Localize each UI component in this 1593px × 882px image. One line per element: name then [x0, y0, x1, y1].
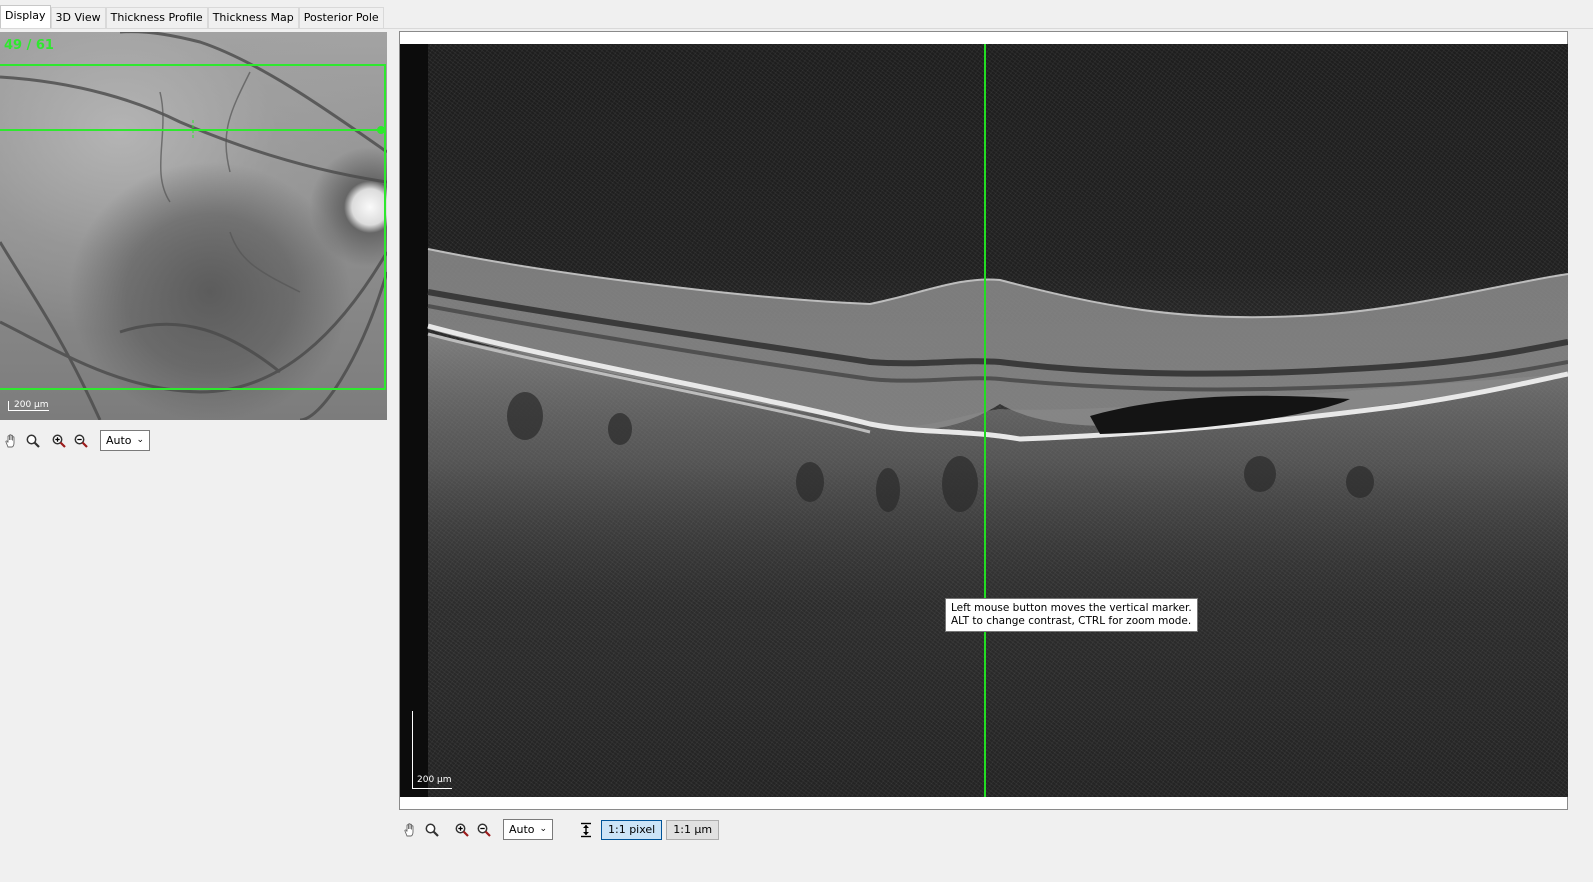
chevron-down-icon: ⌄: [136, 435, 144, 445]
magnifier-icon[interactable]: [22, 431, 44, 451]
slice-counter: 49 / 61: [4, 38, 54, 53]
fundus-image-view[interactable]: 49 / 61 200 µm: [0, 32, 387, 420]
bscan-toolbar: Auto ⌄ 1:1 pixel 1:1 µm: [399, 819, 720, 840]
zoom-out-icon[interactable]: [70, 431, 92, 451]
tab-posterior-pole[interactable]: Posterior Pole: [298, 7, 384, 28]
bscan-zoom-value: Auto: [509, 823, 535, 836]
bscan-scale-bar: 200 µm: [412, 711, 452, 789]
tab-divider: [0, 28, 1593, 29]
bscan-zoom-select[interactable]: Auto ⌄: [503, 819, 553, 840]
hand-pan-icon[interactable]: [0, 431, 22, 451]
chevron-down-icon: ⌄: [539, 824, 547, 834]
fundus-overlay: [0, 32, 387, 420]
marker-tooltip: Left mouse button moves the vertical mar…: [945, 598, 1198, 632]
zoom-in-icon[interactable]: [48, 431, 70, 451]
tooltip-line-2: ALT to change contrast, CTRL for zoom mo…: [951, 615, 1192, 627]
tooltip-line-1: Left mouse button moves the vertical mar…: [951, 602, 1192, 614]
fundus-zoom-select[interactable]: Auto ⌄: [100, 430, 150, 451]
bscan-image-view[interactable]: 200 µm Left mouse button moves the verti…: [400, 44, 1568, 797]
tab-thickness-map[interactable]: Thickness Map: [207, 7, 299, 28]
hand-pan-icon[interactable]: [399, 820, 421, 840]
fundus-zoom-value: Auto: [106, 434, 132, 447]
fit-height-icon[interactable]: [575, 820, 597, 840]
zoom-out-icon[interactable]: [473, 820, 495, 840]
tab-thickness-profile[interactable]: Thickness Profile: [105, 7, 208, 28]
tab-display[interactable]: Display: [0, 5, 51, 28]
fundus-scale-bar: 200 µm: [8, 401, 49, 411]
tab-bar: Display 3D View Thickness Profile Thickn…: [0, 5, 384, 28]
magnifier-icon[interactable]: [421, 820, 443, 840]
one-to-one-pixel-button[interactable]: 1:1 pixel: [601, 819, 663, 840]
one-to-one-micron-button[interactable]: 1:1 µm: [666, 819, 720, 840]
zoom-in-icon[interactable]: [451, 820, 473, 840]
tab-3d-view[interactable]: 3D View: [50, 7, 106, 28]
fundus-toolbar: Auto ⌄: [0, 430, 150, 451]
bscan-scale-label: 200 µm: [417, 775, 452, 785]
bscan-retina-layers: [400, 44, 1568, 797]
